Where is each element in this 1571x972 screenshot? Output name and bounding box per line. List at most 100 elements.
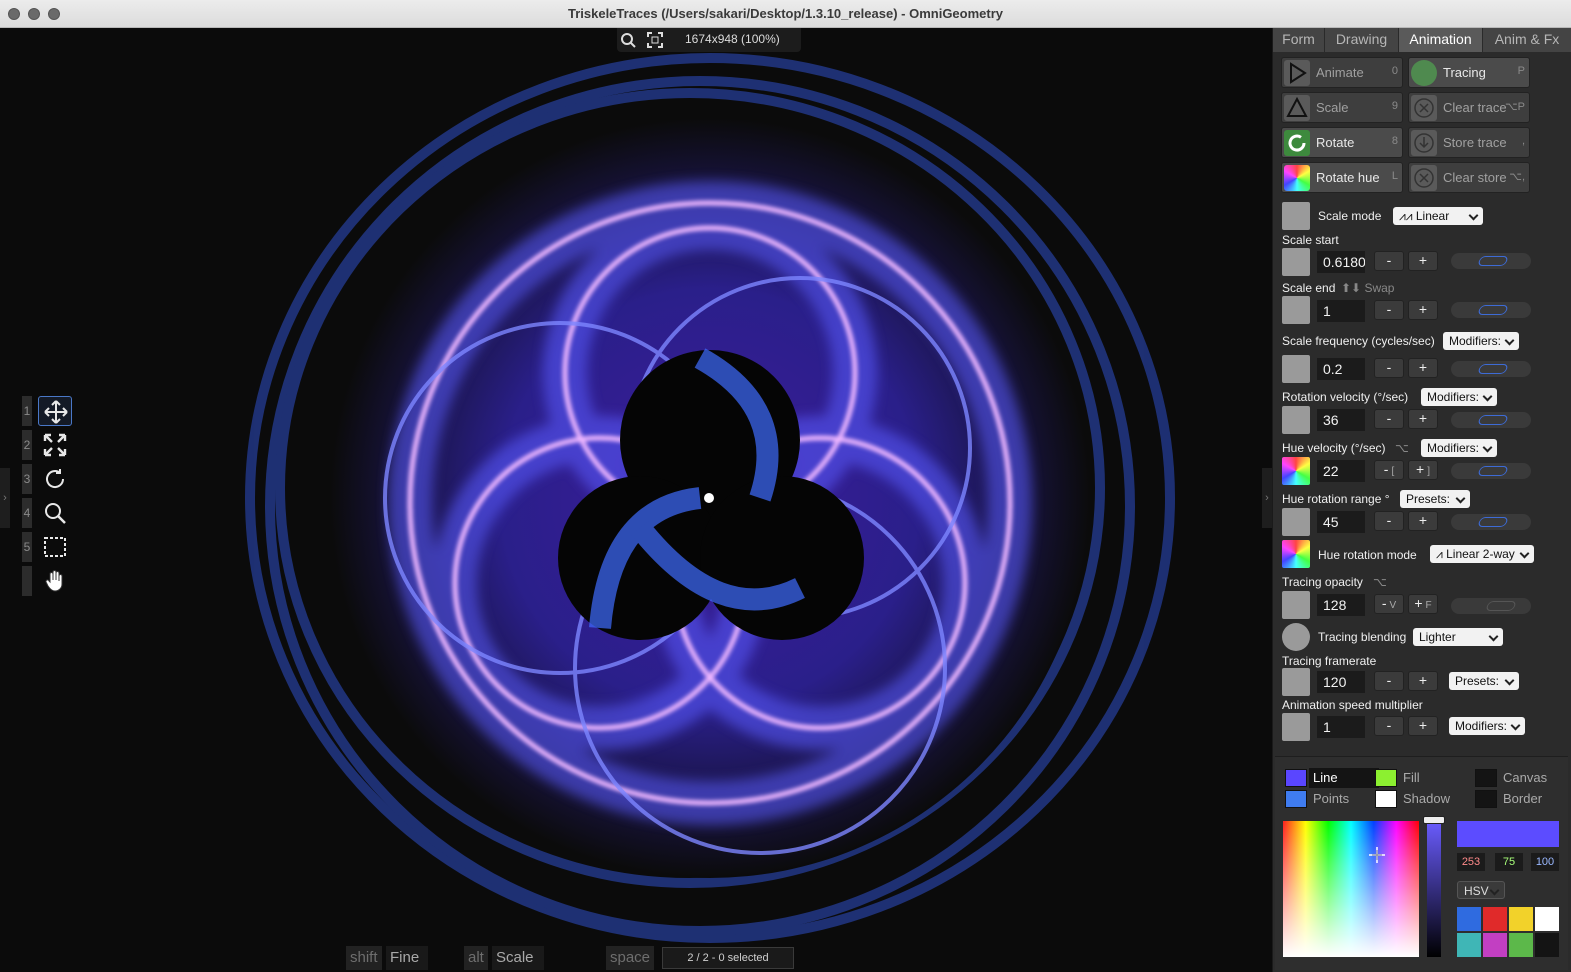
hue-rotation-range-plus-button[interactable]: + (1408, 511, 1438, 531)
rotate-tool-button[interactable] (38, 464, 72, 494)
hue-velocity-slider[interactable] (1451, 463, 1531, 479)
canvas-color-swatch[interactable] (1475, 769, 1497, 787)
zoom-tool-button[interactable] (38, 498, 72, 528)
clear-store-button[interactable]: Clear store ⌥, (1408, 162, 1530, 193)
zoom-icon[interactable] (620, 32, 636, 48)
hand-tool-button[interactable] (38, 566, 72, 596)
palette-swatch[interactable] (1457, 933, 1481, 957)
tracing-framerate-minus-button[interactable]: - (1374, 671, 1404, 691)
fill-color-label[interactable]: Fill (1399, 768, 1469, 788)
scale-frequency-plus-button[interactable]: + (1408, 358, 1438, 378)
rotation-velocity-plus-button[interactable]: + (1408, 409, 1438, 429)
color-mode-select[interactable]: HSV (1457, 881, 1505, 899)
rotate-button[interactable]: Rotate 8 (1281, 127, 1403, 158)
animation-speed-plus-button[interactable]: + (1408, 716, 1438, 736)
tracing-framerate-presets-select[interactable]: Presets: (1449, 672, 1519, 690)
tracing-opacity-minus-button[interactable]: -V (1374, 594, 1404, 614)
palette-swatch[interactable] (1483, 933, 1507, 957)
value-slider[interactable] (1427, 821, 1441, 957)
rotate-hue-button[interactable]: Rotate hue L (1281, 162, 1403, 193)
palette-swatch[interactable] (1509, 907, 1533, 931)
hue-value-field[interactable]: 253 (1457, 853, 1485, 871)
scale-end-minus-button[interactable]: - (1374, 300, 1404, 320)
scale-tool-button[interactable] (38, 430, 72, 460)
palette-swatch[interactable] (1535, 933, 1559, 957)
hue-rotation-range-minus-button[interactable]: - (1374, 511, 1404, 531)
scale-end-input[interactable]: 1 (1317, 300, 1365, 322)
scale-start-input[interactable]: 0.6180 (1317, 251, 1365, 273)
hue-rotation-range-presets-select[interactable]: Presets: (1400, 490, 1470, 508)
animate-button[interactable]: Animate 0 (1281, 57, 1403, 88)
hue-rotation-range-slider[interactable] (1451, 514, 1531, 530)
saturation-value-field[interactable]: 75 (1495, 853, 1523, 871)
points-color-swatch[interactable] (1285, 790, 1307, 808)
line-color-label[interactable]: Line (1309, 768, 1379, 788)
animation-speed-minus-button[interactable]: - (1374, 716, 1404, 736)
scale-mode-select[interactable]: ⩘⩘ Linear (1393, 207, 1483, 225)
tab-drawing[interactable]: Drawing (1325, 28, 1399, 52)
clear-trace-button[interactable]: Clear trace ⌥P (1408, 92, 1530, 123)
store-trace-button[interactable]: Store trace , (1408, 127, 1530, 158)
rotation-velocity-modifiers-select[interactable]: Modifiers: (1421, 388, 1497, 406)
scale-end-plus-button[interactable]: + (1408, 300, 1438, 320)
left-collapse-handle[interactable]: › (0, 468, 10, 528)
slider-thumb[interactable] (1477, 415, 1509, 425)
slider-thumb[interactable] (1485, 601, 1517, 611)
right-collapse-handle[interactable]: › (1262, 468, 1272, 528)
brightness-value-field[interactable]: 100 (1531, 853, 1559, 871)
animation-speed-modifiers-select[interactable]: Modifiers: (1449, 717, 1525, 735)
value-slider-thumb[interactable] (1423, 816, 1445, 824)
tracing-opacity-slider[interactable] (1451, 598, 1531, 614)
swap-button[interactable]: ⬆⬇ Swap (1341, 281, 1394, 295)
geometry-artwork[interactable] (0, 28, 1272, 972)
select-tool-button[interactable] (38, 532, 72, 562)
palette-swatch[interactable] (1483, 907, 1507, 931)
scale-frequency-slider[interactable] (1451, 361, 1531, 377)
tracing-opacity-plus-button[interactable]: + F (1408, 594, 1438, 614)
palette-swatch[interactable] (1535, 907, 1559, 931)
tab-anim-fx[interactable]: Anim & Fx (1483, 28, 1571, 52)
slider-thumb[interactable] (1477, 305, 1509, 315)
scale-frequency-minus-button[interactable]: - (1374, 358, 1404, 378)
scale-start-minus-button[interactable]: - (1374, 251, 1404, 271)
hue-velocity-minus-button[interactable]: -[ (1374, 460, 1404, 480)
border-color-swatch[interactable] (1475, 790, 1497, 808)
palette-swatch[interactable] (1509, 933, 1533, 957)
scale-frequency-input[interactable]: 0.2 (1317, 358, 1365, 380)
move-tool-button[interactable] (38, 396, 72, 426)
hue-rotation-mode-select[interactable]: ⩘ Linear 2-way (1430, 545, 1534, 563)
saturation-hue-picker[interactable] (1283, 821, 1419, 957)
animation-speed-input[interactable]: 1 (1317, 716, 1365, 738)
hue-velocity-modifiers-select[interactable]: Modifiers: (1421, 439, 1497, 457)
fill-color-swatch[interactable] (1375, 769, 1397, 787)
scale-start-plus-button[interactable]: + (1408, 251, 1438, 271)
points-color-label[interactable]: Points (1309, 789, 1379, 809)
shadow-color-swatch[interactable] (1375, 790, 1397, 808)
line-color-swatch[interactable] (1285, 769, 1307, 787)
scale-frequency-modifiers-select[interactable]: Modifiers: (1443, 332, 1519, 350)
tracing-opacity-input[interactable]: 128 (1317, 594, 1365, 616)
palette-swatch[interactable] (1457, 907, 1481, 931)
rotation-velocity-input[interactable]: 36 (1317, 409, 1365, 431)
slider-thumb[interactable] (1477, 256, 1509, 266)
slider-thumb[interactable] (1477, 364, 1509, 374)
tracing-button[interactable]: Tracing P (1408, 57, 1530, 88)
hue-velocity-plus-button[interactable]: +] (1408, 460, 1438, 480)
tracing-blending-select[interactable]: Lighter (1413, 628, 1503, 646)
tracing-framerate-input[interactable]: 120 (1317, 671, 1365, 693)
scale-start-slider[interactable] (1451, 253, 1531, 269)
slider-thumb[interactable] (1477, 466, 1509, 476)
hue-rotation-range-input[interactable]: 45 (1317, 511, 1365, 533)
canvas-color-label[interactable]: Canvas (1499, 768, 1569, 788)
slider-thumb[interactable] (1477, 517, 1509, 527)
rotation-velocity-minus-button[interactable]: - (1374, 409, 1404, 429)
rotation-velocity-slider[interactable] (1451, 412, 1531, 428)
shadow-color-label[interactable]: Shadow (1399, 789, 1469, 809)
tracing-framerate-plus-button[interactable]: + (1408, 671, 1438, 691)
tab-animation[interactable]: Animation (1399, 28, 1483, 52)
border-color-label[interactable]: Border (1499, 789, 1569, 809)
drawing-canvas[interactable]: 1674x948 (100%) › › 1 2 3 4 5 shift Fine… (0, 28, 1272, 972)
tab-form[interactable]: Form (1273, 28, 1325, 52)
fit-screen-icon[interactable] (647, 32, 663, 48)
scale-button[interactable]: Scale 9 (1281, 92, 1403, 123)
